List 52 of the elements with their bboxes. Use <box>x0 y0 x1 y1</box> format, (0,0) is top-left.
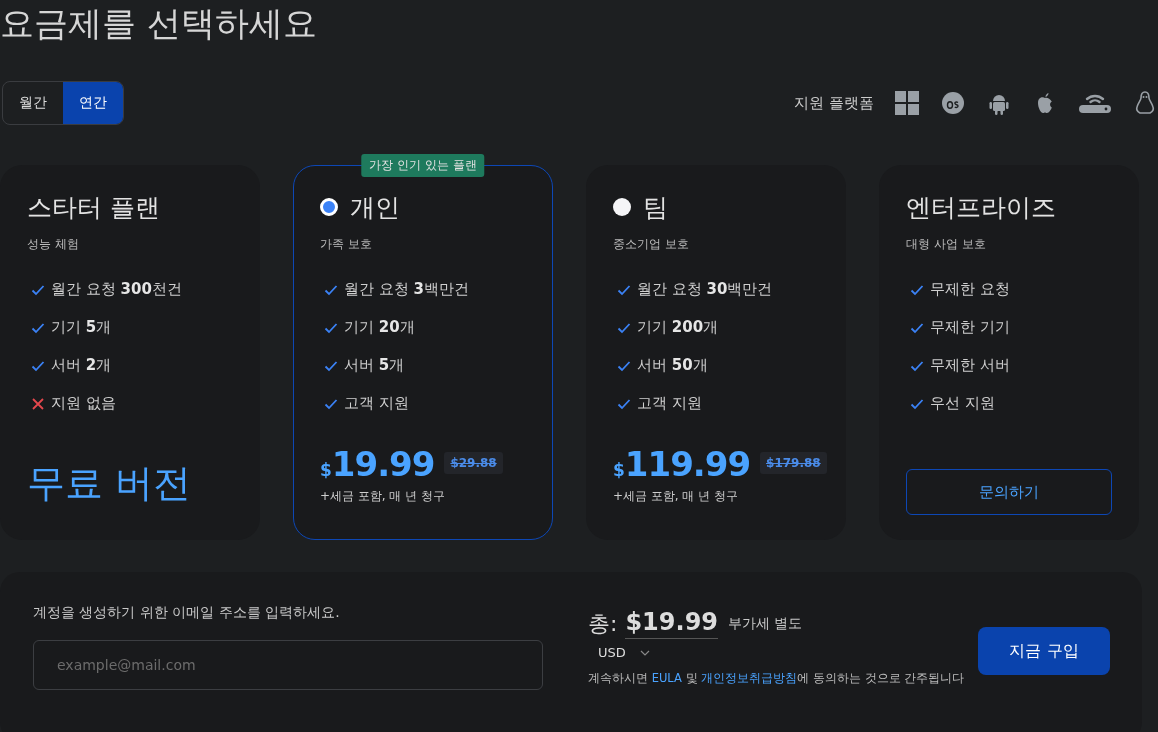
feature-text: 고객 지원 <box>637 394 702 413</box>
plan-subtitle: 가족 보호 <box>320 236 373 253</box>
feature-text: 기기 5개 <box>51 318 112 337</box>
contact-button[interactable]: 문의하기 <box>906 469 1112 515</box>
billing-note: +세금 포함, 매 년 청구 <box>320 488 447 505</box>
feature-text: 서버 5개 <box>344 356 405 375</box>
billing-tab[interactable]: 월간 <box>3 82 63 124</box>
total-price: $19.99 <box>625 608 719 639</box>
plan-subtitle: 성능 체험 <box>27 236 80 253</box>
email-field[interactable]: example@mail.com <box>33 640 543 690</box>
feature-text: 기기 200개 <box>637 318 719 337</box>
feature-text: 서버 2개 <box>51 356 112 375</box>
old-price: $29.88 <box>444 452 503 474</box>
page-title: 요금제를 선택하세요 <box>0 2 318 45</box>
policy-link[interactable]: 개인정보취급방침 <box>701 671 798 685</box>
email-label: 계정을 생성하기 위한 이메일 주소를 입력하세요. <box>33 604 341 622</box>
price: $19.99 <box>320 444 435 484</box>
windows-icon <box>894 90 920 116</box>
plan-name: 스타터 플랜 <box>27 191 160 224</box>
billing-tab[interactable]: 연간 <box>63 82 123 124</box>
platforms-label: 지원 플랫폼 <box>794 93 874 113</box>
vat-note: 부가세 별도 <box>728 614 803 633</box>
macos-icon <box>940 90 966 116</box>
feature-text: 지원 없음 <box>51 394 116 413</box>
caret-icon <box>639 649 650 656</box>
plan-name: 팀 <box>643 191 668 224</box>
old-price: $179.88 <box>760 452 827 474</box>
feature-text: 무제한 요청 <box>930 280 1010 299</box>
buy-button[interactable]: 지금 구입 <box>978 627 1110 675</box>
feature-text: 고객 지원 <box>344 394 409 413</box>
feature-text: 서버 50개 <box>637 356 708 375</box>
price: $119.99 <box>613 444 751 484</box>
feature-text: 우선 지원 <box>930 394 995 413</box>
billing-note: +세금 포함, 매 년 청구 <box>613 488 740 505</box>
free-version-label: 무료 버전 <box>27 460 193 507</box>
plan-radio[interactable] <box>320 198 338 216</box>
plan-name: 엔터프라이즈 <box>906 191 1056 224</box>
plan-subtitle: 대형 사업 보호 <box>906 236 987 253</box>
policy-link[interactable]: EULA <box>651 671 682 685</box>
plan-name: 개인 <box>350 191 400 224</box>
feature-text: 기기 20개 <box>344 318 415 337</box>
feature-text: 무제한 기기 <box>930 318 1010 337</box>
total-label: 총: <box>588 609 618 638</box>
plan-subtitle: 중소기업 보호 <box>613 236 690 253</box>
feature-text: 월간 요청 3백만건 <box>344 280 469 299</box>
feature-text: 월간 요청 30백만건 <box>637 280 773 299</box>
currency-dropdown[interactable]: USD <box>598 645 650 660</box>
consent-text: 계속하시면 EULA 및 개인정보취급방침에 동의하는 것으로 간주됩니다 <box>588 670 965 686</box>
feature-text: 월간 요청 300천건 <box>51 280 182 299</box>
plan-radio[interactable] <box>613 198 631 216</box>
popular-badge: 가장 인기 있는 플랜 <box>361 154 485 177</box>
feature-text: 무제한 서버 <box>930 356 1010 375</box>
